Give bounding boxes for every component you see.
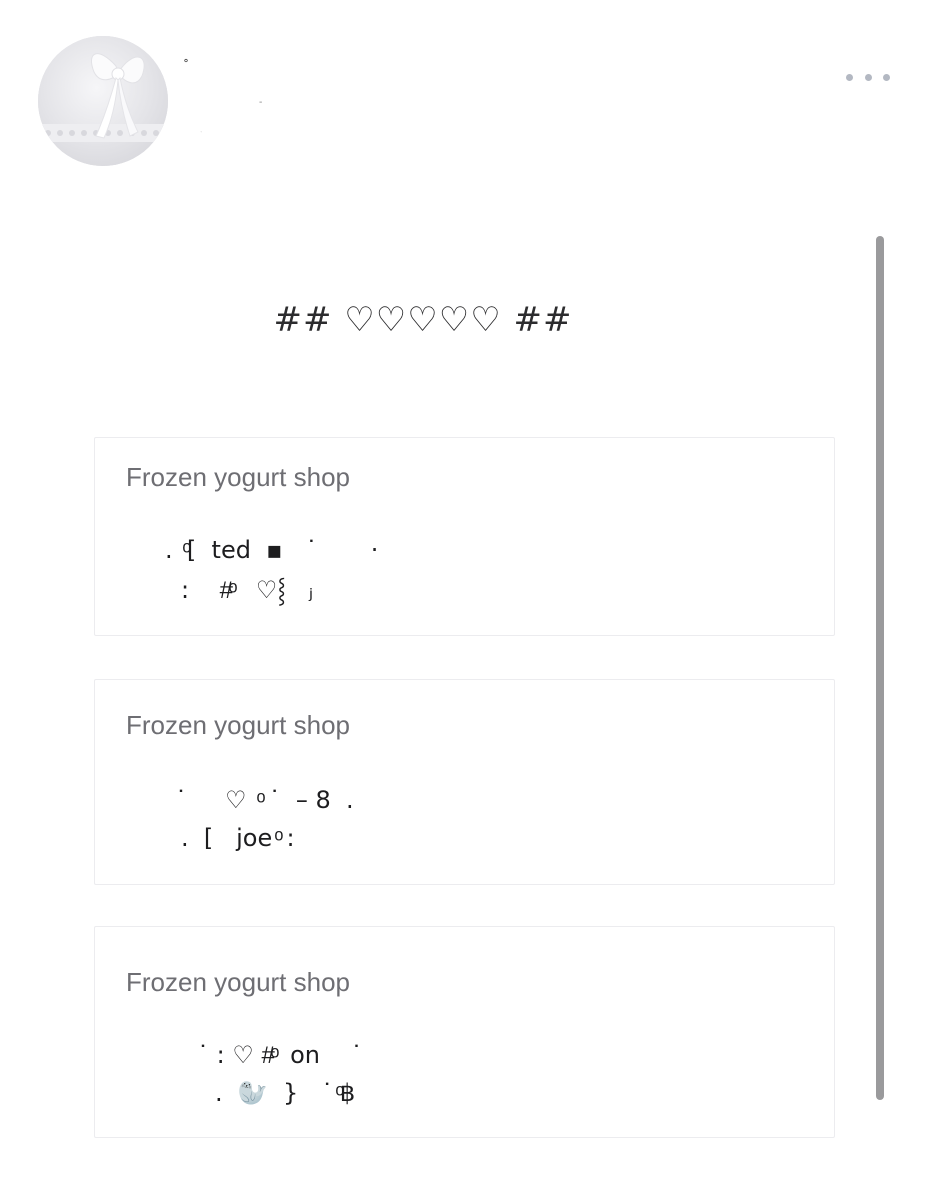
text-card[interactable]: Frozen yogurt shop ˙ : ♡ #ͦ on ˙ . 🦭 } ˙… (94, 926, 835, 1138)
card-text-line: ˙ : ♡ #ͦ on ˙ (197, 1041, 363, 1069)
card-text-line: ˙ ♡ ͦ ˙ – 8 . (175, 786, 354, 814)
scrollbar-thumb[interactable] (876, 236, 884, 1100)
card-text-line: . [ joe ͦ : (181, 824, 295, 852)
card-title: Frozen yogurt shop (126, 710, 351, 740)
header-decoration-dash: - (259, 97, 263, 108)
text-card[interactable]: Frozen yogurt shop ˙ ♡ ͦ ˙ – 8 . . [ joe… (94, 679, 835, 885)
avatar-bow-image (38, 36, 168, 166)
profile-avatar[interactable] (38, 36, 168, 166)
more-dot-icon (864, 73, 872, 81)
card-text-line: . ͦ[ ted ▪ ˙ · (165, 536, 379, 564)
card-title: Frozen yogurt shop (126, 462, 351, 492)
text-card[interactable]: Frozen yogurt shop . ͦ[ ted ▪ ˙ · : #ͦ ♡… (94, 437, 835, 636)
more-options-button[interactable] (846, 66, 890, 88)
more-dot-icon (846, 73, 853, 81)
card-text-line: . 🦭 } ˙ ͦ฿ (215, 1079, 356, 1107)
card-title: Frozen yogurt shop (126, 967, 351, 997)
card-text-line: : #ͦ ♡⸾ ⱼ (181, 576, 314, 604)
more-dot-icon (883, 73, 890, 81)
header-decoration-mark: ˑ (200, 129, 203, 138)
header-decoration-dot: ˚ (184, 57, 189, 73)
page-heading: ## ♡♡♡♡♡ ## (273, 300, 573, 340)
